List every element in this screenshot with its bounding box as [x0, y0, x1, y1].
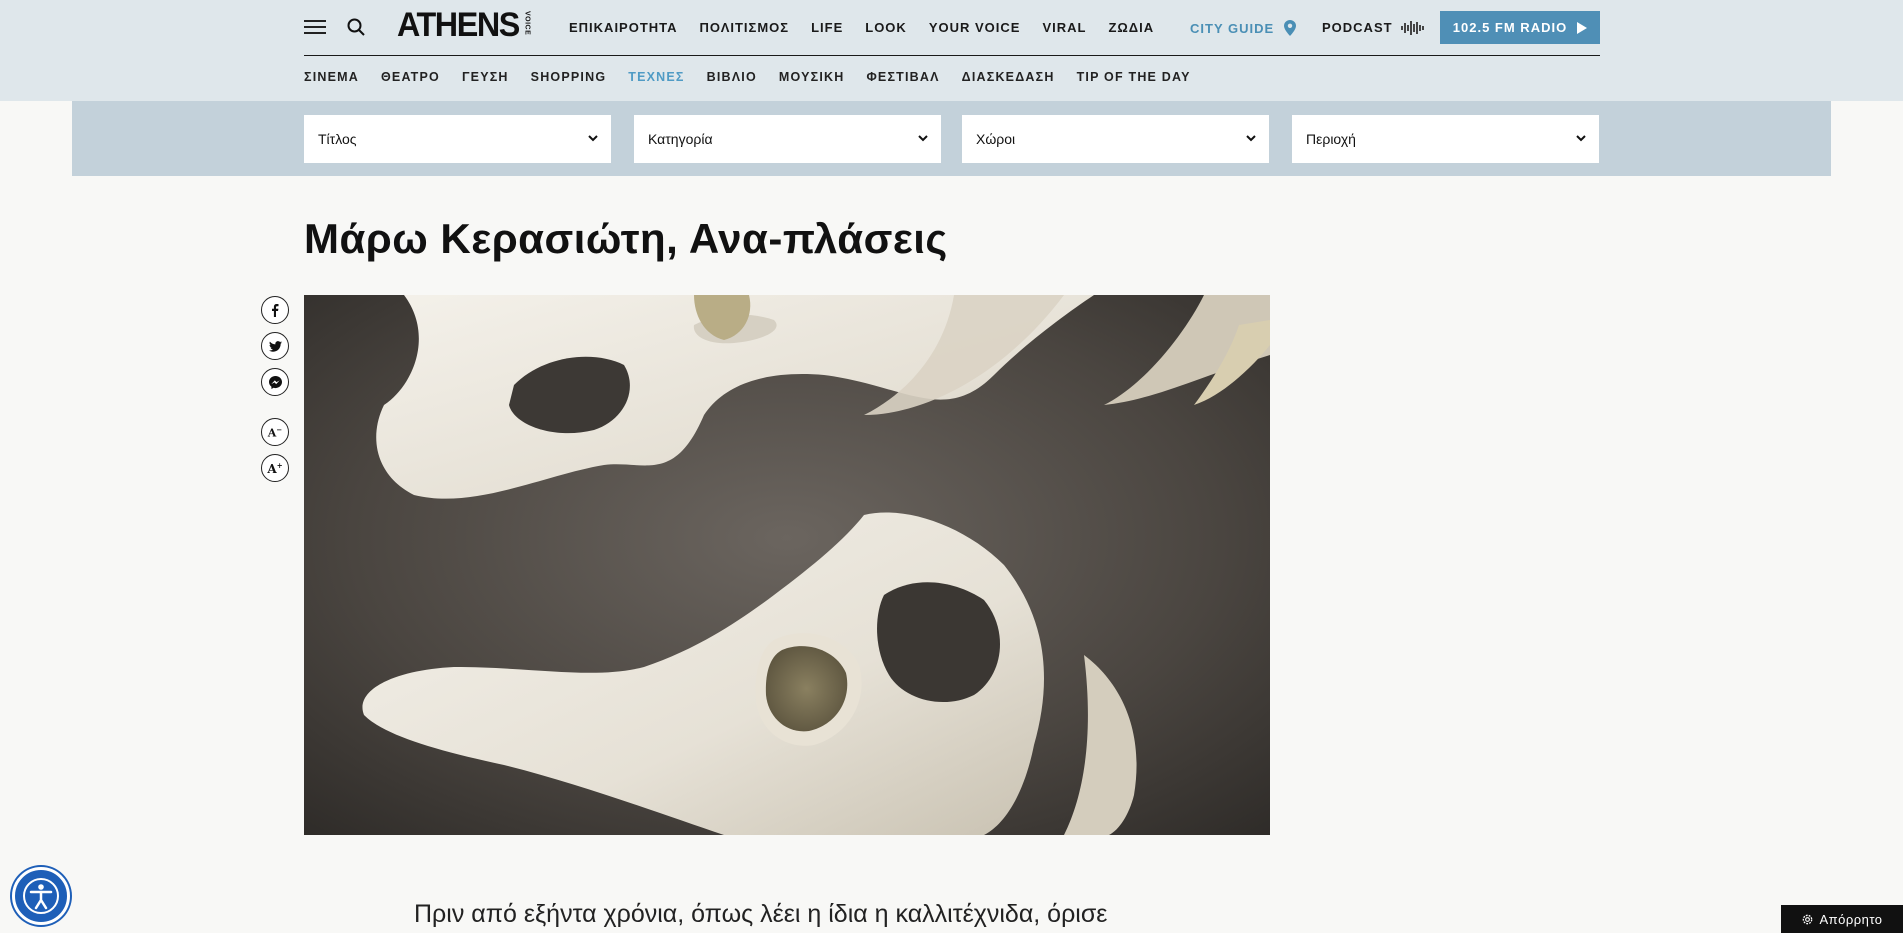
subnav-item-active[interactable]: ΤΕΧΝΕΣ — [628, 70, 684, 84]
messenger-share-button[interactable] — [261, 368, 289, 396]
nav-item[interactable]: ΕΠΙΚΑΙΡΟΤΗΤΑ — [569, 20, 678, 35]
subnav-item[interactable]: ΦΕΣΤΙΒΑΛ — [866, 70, 939, 84]
nav-item[interactable]: ΖΩΔΙΑ — [1108, 20, 1154, 35]
subnav-item[interactable]: ΓΕΥΣΗ — [462, 70, 509, 84]
facebook-share-button[interactable] — [261, 296, 289, 324]
twitter-share-button[interactable] — [261, 332, 289, 360]
podcast-label: PODCAST — [1322, 20, 1393, 35]
site-logo[interactable]: ATHENS VOICE — [397, 7, 530, 43]
sculpture-photo — [304, 295, 1270, 835]
soundwave-icon — [1400, 20, 1424, 35]
font-decrease-button[interactable]: A− — [261, 418, 289, 446]
subnav-item[interactable]: SHOPPING — [531, 70, 607, 84]
subnav-item[interactable]: ΔΙΑΣΚΕΔΑΣΗ — [962, 70, 1055, 84]
search-icon[interactable] — [346, 17, 366, 37]
font-increase-button[interactable]: A+ — [261, 454, 289, 482]
subnav-item[interactable]: ΣΙΝΕΜΑ — [304, 70, 359, 84]
twitter-icon — [268, 340, 282, 352]
chevron-down-icon — [1576, 135, 1586, 142]
map-pin-icon — [1284, 20, 1297, 36]
select-label: Χώροι — [976, 131, 1016, 147]
article-hero-image — [304, 295, 1270, 835]
gear-icon — [1803, 914, 1813, 924]
city-guide-link[interactable]: CITY GUIDE — [1190, 20, 1297, 36]
nav-item[interactable]: LOOK — [865, 20, 907, 35]
subnav-item[interactable]: TIP OF THE DAY — [1077, 70, 1191, 84]
select-label: Περιοχή — [1306, 131, 1356, 147]
play-icon — [1577, 21, 1588, 34]
font-increase-icon: A+ — [267, 460, 283, 476]
podcast-link[interactable]: PODCAST — [1322, 20, 1425, 35]
article-intro-paragraph: Πριν από εξήντα χρόνια, όπως λέει η ίδια… — [414, 900, 1108, 928]
font-decrease-icon: A− — [267, 424, 283, 440]
facebook-icon — [272, 303, 279, 317]
site-header: ATHENS VOICE ΕΠΙΚΑΙΡΟΤΗΤΑ ΠΟΛΙΤΙΣΜΟΣ LIF… — [0, 0, 1903, 101]
filter-bar: Τίτλος Κατηγορία Χώροι Περιοχή — [72, 101, 1831, 176]
chevron-down-icon — [918, 135, 928, 142]
main-nav: ΕΠΙΚΑΙΡΟΤΗΤΑ ΠΟΛΙΤΙΣΜΟΣ LIFE LOOK YOUR V… — [569, 20, 1176, 35]
subnav-item[interactable]: ΘΕΑΤΡΟ — [381, 70, 440, 84]
top-bar: ATHENS VOICE ΕΠΙΚΑΙΡΟΤΗΤΑ ΠΟΛΙΤΙΣΜΟΣ LIF… — [304, 0, 1600, 56]
nav-item[interactable]: VIRAL — [1042, 20, 1086, 35]
accessibility-button[interactable] — [12, 867, 70, 925]
accessibility-icon — [23, 878, 59, 914]
logo-text: ATHENS — [397, 6, 520, 44]
nav-item[interactable]: YOUR VOICE — [929, 20, 1021, 35]
menu-icon[interactable] — [304, 19, 326, 35]
privacy-label: Απόρρητο — [1819, 911, 1883, 927]
article-title: Μάρω Κερασιώτη, Ανα-πλάσεις — [304, 215, 948, 262]
nav-item[interactable]: ΠΟΛΙΤΙΣΜΟΣ — [700, 20, 790, 35]
subnav-item[interactable]: ΜΟΥΣΙΚΗ — [779, 70, 845, 84]
nav-item[interactable]: LIFE — [811, 20, 843, 35]
chevron-down-icon — [1246, 135, 1256, 142]
messenger-icon — [268, 375, 282, 389]
radio-label: 102.5 FM RADIO — [1452, 20, 1568, 35]
sub-nav: ΣΙΝΕΜΑ ΘΕΑΤΡΟ ΓΕΥΣΗ SHOPPING ΤΕΧΝΕΣ ΒΙΒΛ… — [304, 70, 1213, 84]
subnav-item[interactable]: ΒΙΒΛΙΟ — [707, 70, 757, 84]
category-filter-select[interactable]: Κατηγορία — [634, 115, 941, 163]
city-guide-label: CITY GUIDE — [1190, 20, 1275, 36]
select-label: Κατηγορία — [648, 131, 713, 147]
region-filter-select[interactable]: Περιοχή — [1292, 115, 1599, 163]
radio-button[interactable]: 102.5 FM RADIO — [1440, 11, 1600, 44]
select-label: Τίτλος — [318, 131, 357, 147]
chevron-down-icon — [588, 135, 598, 142]
title-filter-select[interactable]: Τίτλος — [304, 115, 611, 163]
privacy-settings-button[interactable]: Απόρρητο — [1781, 905, 1903, 933]
venue-filter-select[interactable]: Χώροι — [962, 115, 1269, 163]
logo-subtext: VOICE — [523, 11, 531, 36]
